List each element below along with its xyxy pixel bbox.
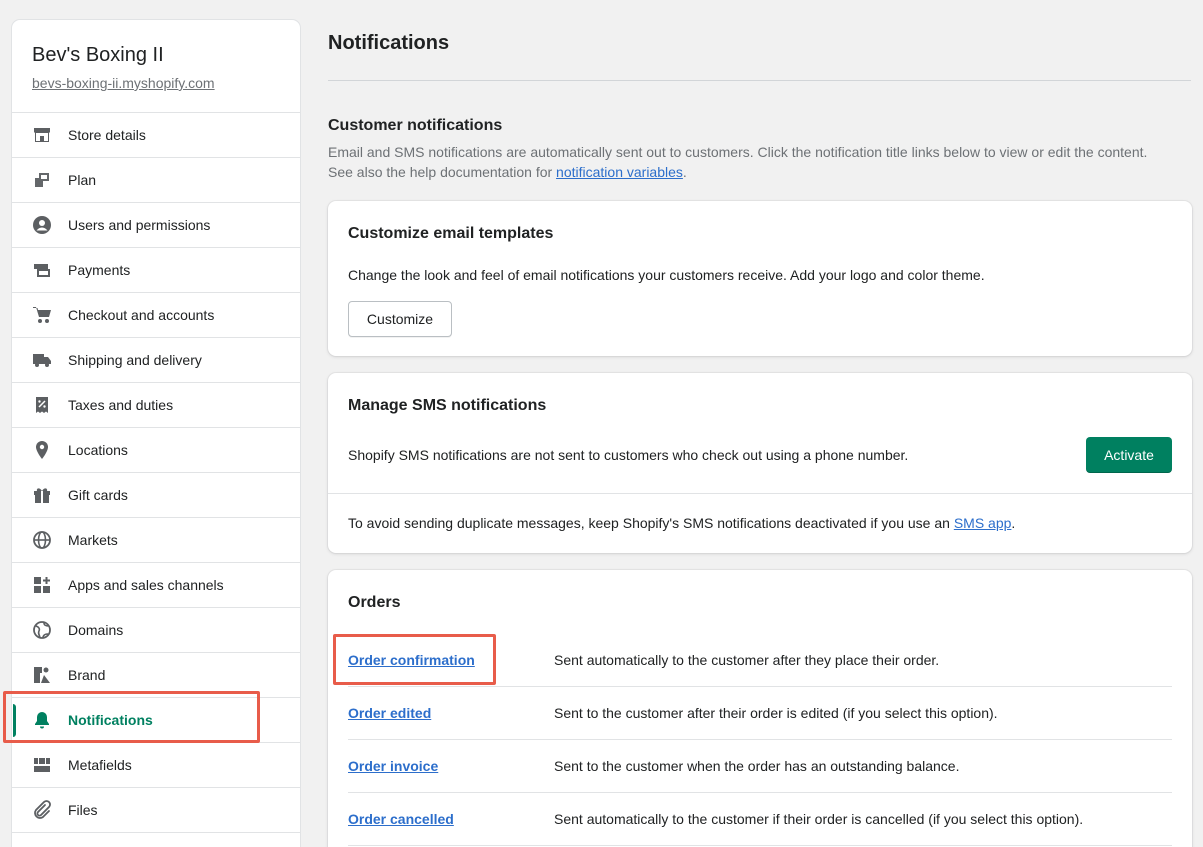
sidebar-item-label: Checkout and accounts [68, 307, 215, 323]
sidebar-item-label: Locations [68, 442, 128, 458]
sms-footer-end: . [1011, 515, 1016, 531]
user-icon [32, 215, 52, 235]
store-name: Bev's Boxing II [32, 44, 164, 66]
apps-icon [32, 575, 52, 595]
order-row-description: Sent automatically to the customer if th… [554, 811, 1084, 827]
sidebar-item-files[interactable]: Files [12, 788, 300, 833]
order-row: Order confirmation Sent automatically to… [348, 634, 1172, 687]
bell-icon [32, 710, 52, 730]
main-content: Notifications Customer notifications Ema… [328, 0, 1192, 847]
sms-notifications-card: Manage SMS notifications Shopify SMS not… [328, 373, 1192, 553]
brand-icon [32, 665, 52, 685]
payments-icon [32, 260, 52, 280]
sidebar-item-brand[interactable]: Brand [12, 653, 300, 698]
gift-icon [32, 485, 52, 505]
sms-app-link[interactable]: SMS app [954, 515, 1012, 531]
sms-card-text: Shopify SMS notifications are not sent t… [348, 447, 909, 463]
customer-notifications-heading: Customer notifications [328, 117, 503, 134]
sidebar-item-payments[interactable]: Payments [12, 248, 300, 293]
sidebar-item-apps-and-sales-channels[interactable]: Apps and sales channels [12, 563, 300, 608]
truck-icon [32, 350, 52, 370]
sidebar-item-label: Notifications [68, 712, 153, 728]
order-row: Order invoice Sent to the customer when … [348, 740, 1172, 793]
order-invoice-link[interactable]: Order invoice [348, 758, 438, 774]
order-cancelled-link[interactable]: Order cancelled [348, 811, 454, 827]
sidebar-item-locations[interactable]: Locations [12, 428, 300, 473]
sidebar-item-label: Files [68, 802, 98, 818]
description-text: Email and SMS notifications are automati… [328, 144, 1148, 180]
order-row-description: Sent to the customer when the order has … [554, 758, 960, 774]
orders-title: Orders [348, 594, 401, 611]
customize-email-text: Change the look and feel of email notifi… [348, 267, 985, 283]
title-divider [328, 80, 1191, 81]
activate-button[interactable]: Activate [1086, 437, 1172, 473]
store-header: Bev's Boxing II bevs-boxing-ii.myshopify… [12, 20, 300, 113]
sidebar-item-label: Markets [68, 532, 118, 548]
customer-notifications-description: Email and SMS notifications are automati… [328, 142, 1148, 182]
paperclip-icon [32, 800, 52, 820]
sms-footer-text: To avoid sending duplicate messages, kee… [348, 515, 954, 531]
sidebar-item-markets[interactable]: Markets [12, 518, 300, 563]
customize-button[interactable]: Customize [348, 301, 452, 337]
customize-email-card: Customize email templates Change the loo… [328, 201, 1192, 356]
sidebar-item-label: Users and permissions [68, 217, 211, 233]
sidebar-item-label: Domains [68, 622, 124, 638]
sms-card-divider [328, 493, 1192, 494]
order-edited-link[interactable]: Order edited [348, 705, 431, 721]
sidebar-item-label: Apps and sales channels [68, 577, 224, 593]
sidebar-item-label: Shipping and delivery [68, 352, 202, 368]
domains-globe-icon [32, 620, 52, 640]
sidebar-item-plan[interactable]: Plan [12, 158, 300, 203]
location-pin-icon [32, 440, 52, 460]
settings-sidebar: Bev's Boxing II bevs-boxing-ii.myshopify… [12, 20, 300, 847]
store-url-link[interactable]: bevs-boxing-ii.myshopify.com [32, 74, 215, 92]
customize-email-title: Customize email templates [348, 225, 554, 242]
sidebar-item-domains[interactable]: Domains [12, 608, 300, 653]
metafields-icon [32, 755, 52, 775]
page-title: Notifications [328, 32, 450, 54]
sidebar-item-notifications[interactable]: Notifications [12, 698, 300, 743]
sidebar-item-checkout-and-accounts[interactable]: Checkout and accounts [12, 293, 300, 338]
sidebar-item-label: Brand [68, 667, 106, 683]
sms-card-title: Manage SMS notifications [348, 397, 547, 414]
cart-icon [32, 305, 52, 325]
globe-icon [32, 530, 52, 550]
store-icon [32, 125, 52, 145]
order-row-description: Sent automatically to the customer after… [554, 652, 940, 668]
order-row: Order cancelled Sent automatically to th… [348, 793, 1172, 846]
sidebar-item-label: Payments [68, 262, 131, 278]
sidebar-item-label: Taxes and duties [68, 397, 174, 413]
tax-icon [32, 395, 52, 415]
order-confirmation-link[interactable]: Order confirmation [348, 652, 475, 668]
order-row-description: Sent to the customer after their order i… [554, 705, 998, 721]
notification-variables-link[interactable]: notification variables [556, 164, 683, 180]
sms-card-footer: To avoid sending duplicate messages, kee… [348, 515, 1015, 531]
sidebar-item-users-and-permissions[interactable]: Users and permissions [12, 203, 300, 248]
sidebar-item-label: Store details [68, 127, 146, 143]
sidebar-item-label: Metafields [68, 757, 132, 773]
sidebar-item-label: Plan [68, 172, 97, 188]
order-row: Order edited Sent to the customer after … [348, 687, 1172, 740]
sidebar-item-gift-cards[interactable]: Gift cards [12, 473, 300, 518]
sidebar-item-metafields[interactable]: Metafields [12, 743, 300, 788]
description-end: . [682, 164, 687, 180]
sidebar-item-label: Gift cards [68, 487, 128, 503]
orders-card: Orders Order confirmation Sent automatic… [328, 570, 1192, 847]
sidebar-item-taxes-and-duties[interactable]: Taxes and duties [12, 383, 300, 428]
sidebar-item-shipping-and-delivery[interactable]: Shipping and delivery [12, 338, 300, 383]
sidebar-item-store-details[interactable]: Store details [12, 113, 300, 158]
plan-icon [32, 170, 52, 190]
